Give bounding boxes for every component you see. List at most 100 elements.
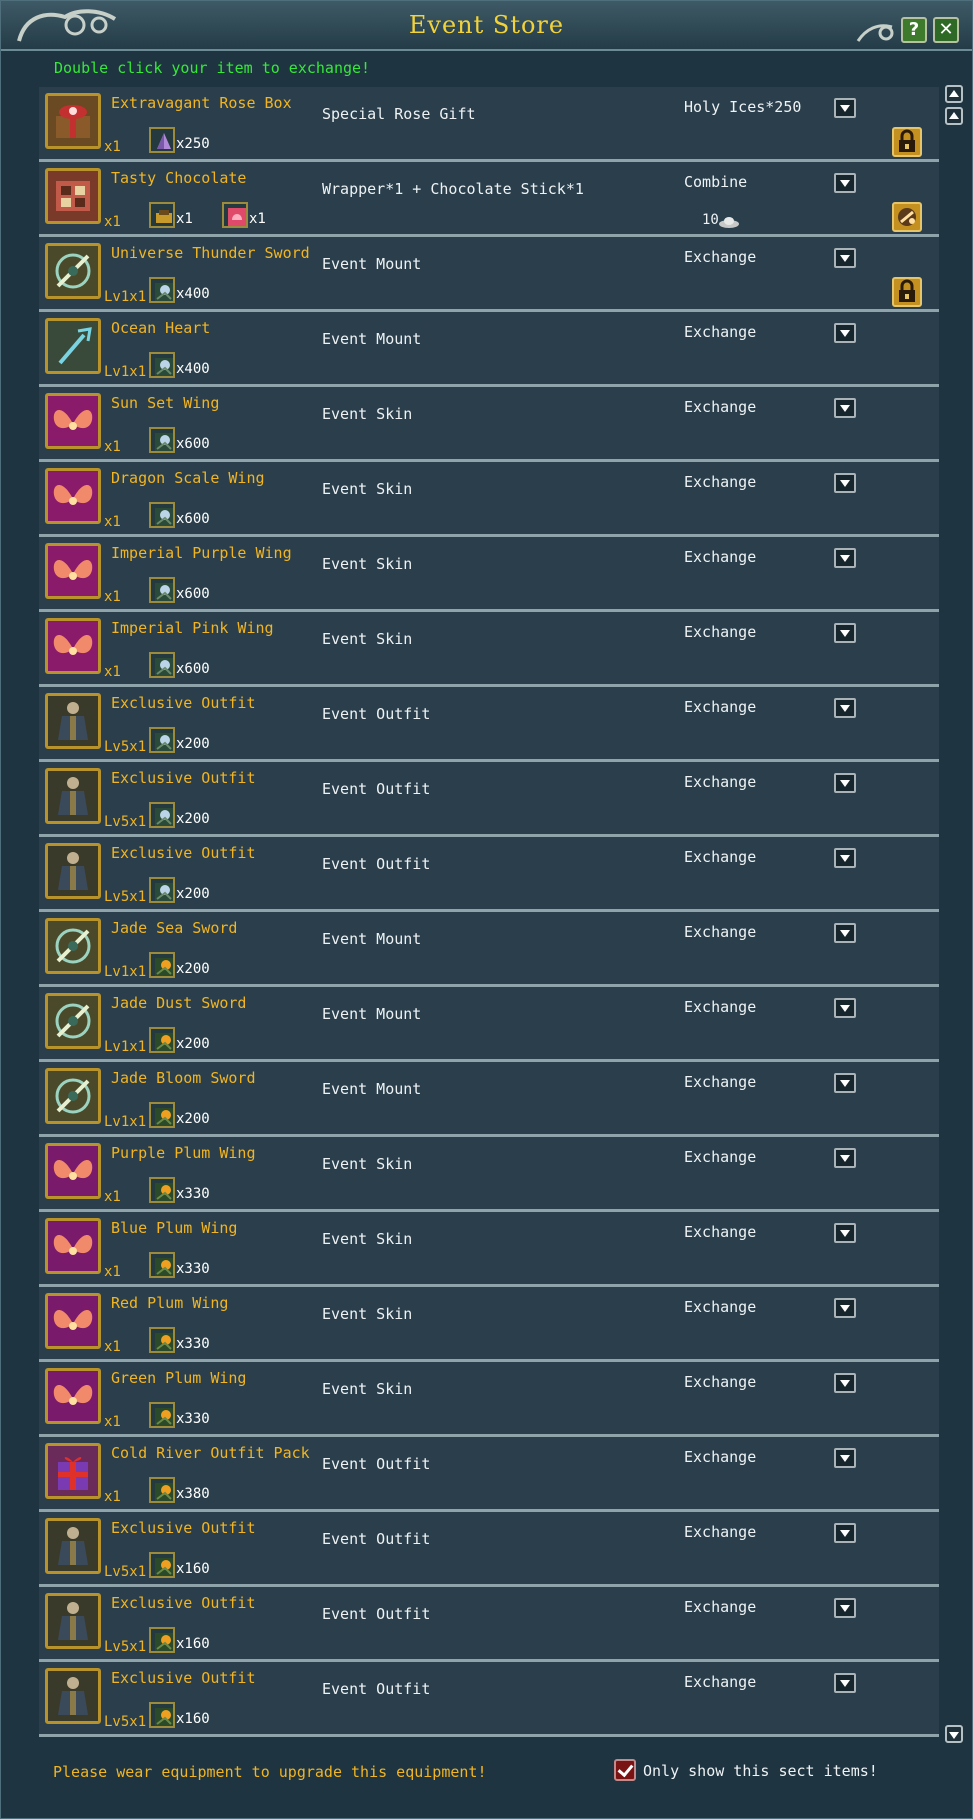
item-row[interactable]: Green Plum Wing x1 x330 Event Skin Exchange bbox=[39, 1362, 939, 1437]
lock-icon[interactable] bbox=[892, 127, 922, 157]
dropdown-arrow-icon[interactable] bbox=[834, 98, 856, 118]
outfit-icon[interactable] bbox=[45, 1668, 101, 1724]
item-row[interactable]: Jade Dust Sword Lv1x1 x200 Event Mount Excha… bbox=[39, 987, 939, 1062]
exchange-action[interactable]: Exchange bbox=[684, 473, 756, 491]
dropdown-arrow-icon[interactable] bbox=[834, 1523, 856, 1543]
scroll-down-button[interactable] bbox=[945, 1725, 963, 1743]
exchange-action[interactable]: Exchange bbox=[684, 1148, 756, 1166]
gift-pack-icon[interactable] bbox=[45, 1443, 101, 1499]
dropdown-arrow-icon[interactable] bbox=[834, 548, 856, 568]
exchange-action[interactable]: Exchange bbox=[684, 1073, 756, 1091]
item-row[interactable]: Blue Plum Wing x1 x330 Event Skin Exchange bbox=[39, 1212, 939, 1287]
exchange-action[interactable]: Exchange bbox=[684, 1598, 756, 1616]
wing-icon[interactable] bbox=[45, 1368, 101, 1424]
exchange-action[interactable]: Exchange bbox=[684, 848, 756, 866]
dropdown-arrow-icon[interactable] bbox=[834, 698, 856, 718]
dropdown-arrow-icon[interactable] bbox=[834, 398, 856, 418]
exchange-action[interactable]: Exchange bbox=[684, 998, 756, 1016]
sect-filter-label[interactable]: Only show this sect items! bbox=[643, 1762, 878, 1780]
dropdown-arrow-icon[interactable] bbox=[834, 998, 856, 1018]
exchange-action[interactable]: Exchange bbox=[684, 323, 756, 341]
item-row[interactable]: Dragon Scale Wing x1 x600 Event Skin Exchang… bbox=[39, 462, 939, 537]
exchange-action[interactable]: Exchange bbox=[684, 1223, 756, 1241]
exchange-action[interactable]: Exchange bbox=[684, 1298, 756, 1316]
sword-icon[interactable] bbox=[45, 918, 101, 974]
outfit-icon[interactable] bbox=[45, 768, 101, 824]
wing-icon[interactable] bbox=[45, 1218, 101, 1274]
gift-box-icon[interactable] bbox=[45, 93, 101, 149]
sword-icon[interactable] bbox=[45, 243, 101, 299]
dropdown-arrow-icon[interactable] bbox=[834, 773, 856, 793]
wing-icon[interactable] bbox=[45, 618, 101, 674]
item-row[interactable]: Imperial Pink Wing x1 x600 Event Skin Exchan… bbox=[39, 612, 939, 687]
wing-icon[interactable] bbox=[45, 543, 101, 599]
item-row[interactable]: Jade Sea Sword Lv1x1 x200 Event Mount Exchan… bbox=[39, 912, 939, 987]
dropdown-arrow-icon[interactable] bbox=[834, 248, 856, 268]
scroll-thumb[interactable] bbox=[945, 107, 963, 125]
help-button[interactable]: ? bbox=[901, 17, 927, 43]
dropdown-arrow-icon[interactable] bbox=[834, 1148, 856, 1168]
dropdown-arrow-icon[interactable] bbox=[834, 848, 856, 868]
item-row[interactable]: Tasty Chocolate x1 x1 x1 Wrapper*1 + Chocola… bbox=[39, 162, 939, 237]
wing-icon[interactable] bbox=[45, 1293, 101, 1349]
dropdown-arrow-icon[interactable] bbox=[834, 473, 856, 493]
exchange-action[interactable]: Exchange bbox=[684, 923, 756, 941]
exchange-action[interactable]: Exchange bbox=[684, 548, 756, 566]
item-row[interactable]: Purple Plum Wing x1 x330 Event Skin Exchange bbox=[39, 1137, 939, 1212]
dropdown-arrow-icon[interactable] bbox=[834, 323, 856, 343]
item-row[interactable]: Exclusive Outfit Lv5x1 x200 Event Outfit Exc… bbox=[39, 837, 939, 912]
scrollbar[interactable] bbox=[945, 85, 963, 1745]
dropdown-arrow-icon[interactable] bbox=[834, 923, 856, 943]
exchange-action[interactable]: Exchange bbox=[684, 398, 756, 416]
wing-icon[interactable] bbox=[45, 393, 101, 449]
dropdown-arrow-icon[interactable] bbox=[834, 1448, 856, 1468]
dropdown-arrow-icon[interactable] bbox=[834, 623, 856, 643]
sword-icon[interactable] bbox=[45, 993, 101, 1049]
outfit-icon[interactable] bbox=[45, 843, 101, 899]
item-row[interactable]: Red Plum Wing x1 x330 Event Skin Exchange bbox=[39, 1287, 939, 1362]
combine-icon[interactable] bbox=[892, 202, 922, 232]
item-row[interactable]: Ocean Heart Lv1x1 x400 Event Mount Exchange bbox=[39, 312, 939, 387]
exchange-action[interactable]: Exchange bbox=[684, 248, 756, 266]
dropdown-arrow-icon[interactable] bbox=[834, 1598, 856, 1618]
scroll-up-button[interactable] bbox=[945, 85, 963, 103]
item-row[interactable]: Sun Set Wing x1 x600 Event Skin Exchange bbox=[39, 387, 939, 462]
dropdown-arrow-icon[interactable] bbox=[834, 1373, 856, 1393]
wing-icon[interactable] bbox=[45, 468, 101, 524]
sword-icon[interactable] bbox=[45, 1068, 101, 1124]
item-row[interactable]: Exclusive Outfit Lv5x1 x200 Event Outfit Exc… bbox=[39, 687, 939, 762]
exchange-action[interactable]: Exchange bbox=[684, 773, 756, 791]
item-row[interactable]: Exclusive Outfit Lv5x1 x160 Event Outfit Exc… bbox=[39, 1587, 939, 1662]
item-row[interactable]: Exclusive Outfit Lv5x1 x160 Event Outfit Exc… bbox=[39, 1662, 939, 1737]
dropdown-arrow-icon[interactable] bbox=[834, 1073, 856, 1093]
item-row[interactable]: Exclusive Outfit Lv5x1 x160 Event Outfit Exc… bbox=[39, 1512, 939, 1587]
dropdown-arrow-icon[interactable] bbox=[834, 1673, 856, 1693]
dropdown-arrow-icon[interactable] bbox=[834, 1298, 856, 1318]
exchange-action[interactable]: Exchange bbox=[684, 623, 756, 641]
dropdown-arrow-icon[interactable] bbox=[834, 173, 856, 193]
dropdown-arrow-icon[interactable] bbox=[834, 1223, 856, 1243]
item-row[interactable]: Universe Thunder Sword Lv1x1 x400 Event Mou… bbox=[39, 237, 939, 312]
outfit-icon[interactable] bbox=[45, 1518, 101, 1574]
title-bar[interactable]: Event Store ? ✕ bbox=[1, 1, 972, 51]
item-row[interactable]: Imperial Purple Wing x1 x600 Event Skin Exch… bbox=[39, 537, 939, 612]
exchange-action[interactable]: Exchange bbox=[684, 1673, 756, 1691]
exchange-action[interactable]: Holy Ices*250 bbox=[684, 98, 801, 116]
exchange-action[interactable]: Exchange bbox=[684, 1373, 756, 1391]
exchange-action[interactable]: Combine bbox=[684, 173, 747, 191]
outfit-icon[interactable] bbox=[45, 693, 101, 749]
exchange-action[interactable]: Exchange bbox=[684, 698, 756, 716]
outfit-icon[interactable] bbox=[45, 1593, 101, 1649]
item-row[interactable]: Exclusive Outfit Lv5x1 x200 Event Outfit Exc… bbox=[39, 762, 939, 837]
exchange-action[interactable]: Exchange bbox=[684, 1448, 756, 1466]
close-button[interactable]: ✕ bbox=[933, 17, 959, 43]
wing-icon[interactable] bbox=[45, 1143, 101, 1199]
item-row[interactable]: Jade Bloom Sword Lv1x1 x200 Event Mount Exch… bbox=[39, 1062, 939, 1137]
trident-icon[interactable] bbox=[45, 318, 101, 374]
item-row[interactable]: Extravagant Rose Box x1 x250 Special Rose G… bbox=[39, 87, 939, 162]
sect-filter-checkbox[interactable] bbox=[614, 1759, 636, 1781]
chocolate-box-icon[interactable] bbox=[45, 168, 101, 224]
exchange-action[interactable]: Exchange bbox=[684, 1523, 756, 1541]
item-row[interactable]: Cold River Outfit Pack x1 x380 Event Outfit… bbox=[39, 1437, 939, 1512]
lock-icon[interactable] bbox=[892, 277, 922, 307]
